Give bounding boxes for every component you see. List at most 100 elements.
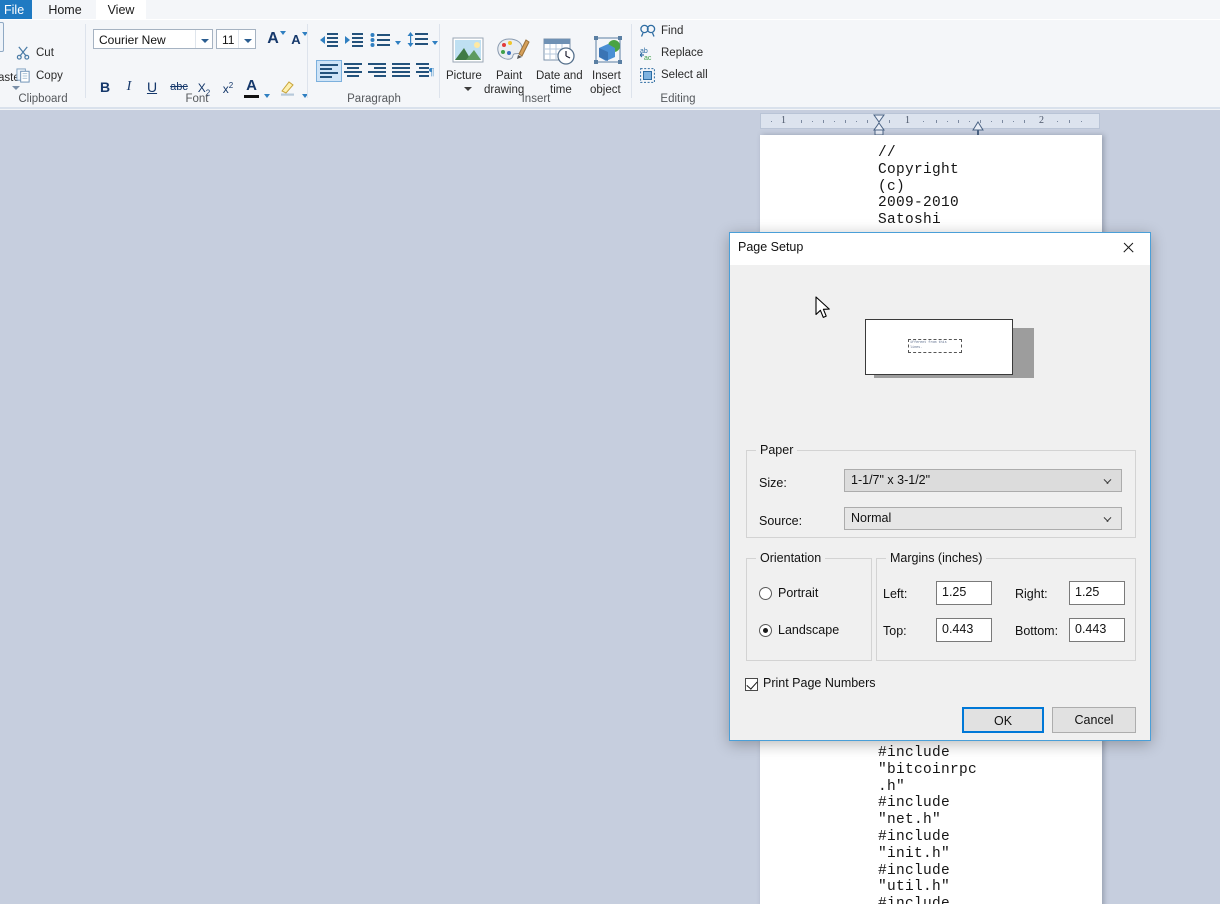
ok-button[interactable]: OK xyxy=(962,707,1044,733)
paste-icon[interactable] xyxy=(0,20,4,52)
date-and-time-icon[interactable] xyxy=(542,36,578,66)
paper-source-combo[interactable]: Normal xyxy=(844,507,1122,530)
font-size-value: 11 xyxy=(222,33,235,47)
margin-bottom-field[interactable]: 0.443 xyxy=(1069,618,1125,642)
paint-drawing-icon[interactable] xyxy=(495,36,531,66)
text-color-button[interactable]: A xyxy=(244,77,259,98)
paragraph-marks-icon[interactable]: ¶ xyxy=(416,63,434,80)
chevron-down-icon[interactable] xyxy=(238,30,255,48)
font-size-combo[interactable]: 11 xyxy=(216,29,256,49)
ribbon-group-editing: Find ab ac Replace Select all Editing xyxy=(632,20,724,108)
document-line: "net.h" xyxy=(878,812,942,829)
print-page-numbers-label: Print Page Numbers xyxy=(763,676,876,690)
replace-icon[interactable]: ab ac xyxy=(639,46,656,64)
find-label[interactable]: Find xyxy=(661,25,683,37)
strikethrough-button[interactable]: abc xyxy=(168,81,190,93)
text-color-label: A xyxy=(246,77,257,94)
cancel-button[interactable]: Cancel xyxy=(1052,707,1136,733)
ribbon-group-paragraph: ¶ Paragraph xyxy=(308,20,440,108)
paper-group-legend: Paper xyxy=(756,443,798,457)
radio-selected-icon xyxy=(759,624,772,637)
font-group-label: Font xyxy=(185,93,209,105)
margin-left-label: Left: xyxy=(883,587,908,601)
right-indent-marker[interactable] xyxy=(972,120,984,136)
find-icon[interactable] xyxy=(640,24,656,41)
picture-icon[interactable] xyxy=(450,36,486,66)
decrease-indent-icon[interactable] xyxy=(319,32,339,50)
document-line: "util.h" xyxy=(878,879,951,896)
increase-indent-icon[interactable] xyxy=(344,32,364,50)
copy-icon[interactable] xyxy=(16,68,31,83)
margin-bottom-value: 0.443 xyxy=(1075,622,1107,636)
indent-marker[interactable] xyxy=(872,114,886,136)
mouse-cursor xyxy=(815,296,832,321)
document-line: #include xyxy=(878,828,951,845)
paste-dropdown-arrow[interactable] xyxy=(12,86,20,90)
font-family-combo[interactable]: Courier New xyxy=(93,29,213,49)
paint-drawing-label-1: Paint xyxy=(496,70,523,82)
tab-file-label: File xyxy=(4,3,25,17)
clipboard-group-label: Clipboard xyxy=(18,93,68,105)
dialog-title: Page Setup xyxy=(738,240,804,254)
paper-size-label: Size: xyxy=(759,476,787,490)
cut-icon[interactable] xyxy=(16,45,31,60)
grow-font-label: A xyxy=(267,30,279,47)
checkbox-checked-icon xyxy=(745,678,758,691)
select-all-label[interactable]: Select all xyxy=(661,69,708,81)
chevron-down-icon xyxy=(1103,516,1112,525)
replace-label[interactable]: Replace xyxy=(661,47,703,59)
dialog-title-bar[interactable]: Page Setup xyxy=(730,233,1150,265)
tab-home-label: Home xyxy=(48,3,82,17)
margins-group: Margins (inches) xyxy=(876,551,1136,661)
ribbon-group-font: Courier New 11 A A B I U abc X2 x2 A Fon… xyxy=(86,20,308,108)
grow-font-button[interactable]: A xyxy=(264,30,286,48)
ribbon-group-insert: Picture Paint drawing Date and time Inse… xyxy=(440,20,632,108)
margin-bottom-label: Bottom: xyxy=(1015,624,1059,638)
picture-dropdown-arrow[interactable] xyxy=(464,87,472,91)
insert-object-icon[interactable] xyxy=(592,36,628,66)
document-text-top[interactable]: //Copyright (c) 2009-2010 Satoshi xyxy=(878,145,1078,229)
margins-group-legend: Margins (inches) xyxy=(886,551,987,565)
cut-label[interactable]: Cut xyxy=(36,47,54,59)
margin-left-field[interactable]: 1.25 xyxy=(936,581,992,605)
margin-top-field[interactable]: 0.443 xyxy=(936,618,992,642)
shrink-font-button[interactable]: A xyxy=(288,32,308,47)
preview-line-2: lines. xyxy=(910,345,923,350)
line-spacing-dropdown-arrow[interactable] xyxy=(432,41,438,45)
tab-file[interactable]: File xyxy=(0,0,32,20)
font-family-value: Courier New xyxy=(99,33,166,47)
paper-size-value: 1-1/7" x 3-1/2" xyxy=(851,473,931,487)
orientation-portrait-label: Portrait xyxy=(778,586,819,600)
document-text-bottom[interactable]: #include "bitcoinrpc .h" #include "net.h" #in… xyxy=(878,745,1078,904)
document-line: .h" xyxy=(878,778,906,795)
document-line: Satoshi xyxy=(878,212,942,229)
justify-icon[interactable] xyxy=(392,63,410,80)
select-all-icon[interactable] xyxy=(640,68,655,86)
align-right-icon[interactable] xyxy=(368,63,386,80)
bullets-dropdown-arrow[interactable] xyxy=(395,41,401,45)
copy-label[interactable]: Copy xyxy=(36,70,63,82)
margin-right-value: 1.25 xyxy=(1075,585,1100,599)
margin-right-field[interactable]: 1.25 xyxy=(1069,581,1125,605)
paper-source-value: Normal xyxy=(851,511,892,525)
ribbon-body: aste Cut Copy Clipboard Courier New 11 A… xyxy=(0,20,1220,109)
chevron-down-icon[interactable] xyxy=(195,30,212,48)
document-line: (c) xyxy=(878,178,906,195)
tab-view[interactable]: View xyxy=(96,0,146,20)
ruler[interactable]: 1 1 2 xyxy=(760,113,1100,129)
align-center-icon[interactable] xyxy=(344,63,362,80)
align-left-icon[interactable] xyxy=(316,60,342,82)
margin-left-value: 1.25 xyxy=(942,585,967,599)
document-line: "init.h" xyxy=(878,845,951,862)
bullets-icon[interactable] xyxy=(370,32,390,50)
close-icon[interactable] xyxy=(1106,233,1150,264)
orientation-group-legend: Orientation xyxy=(756,551,826,565)
date-and-time-label-1: Date and xyxy=(536,70,583,82)
tab-home[interactable]: Home xyxy=(40,0,90,20)
paper-source-label: Source: xyxy=(759,514,803,528)
ribbon-tab-strip: File Home View xyxy=(0,0,1220,20)
line-spacing-icon[interactable] xyxy=(407,32,428,50)
orientation-group: Orientation xyxy=(746,551,872,661)
tab-view-label: View xyxy=(107,3,135,17)
paper-size-combo[interactable]: 1-1/7" x 3-1/2" xyxy=(844,469,1122,492)
